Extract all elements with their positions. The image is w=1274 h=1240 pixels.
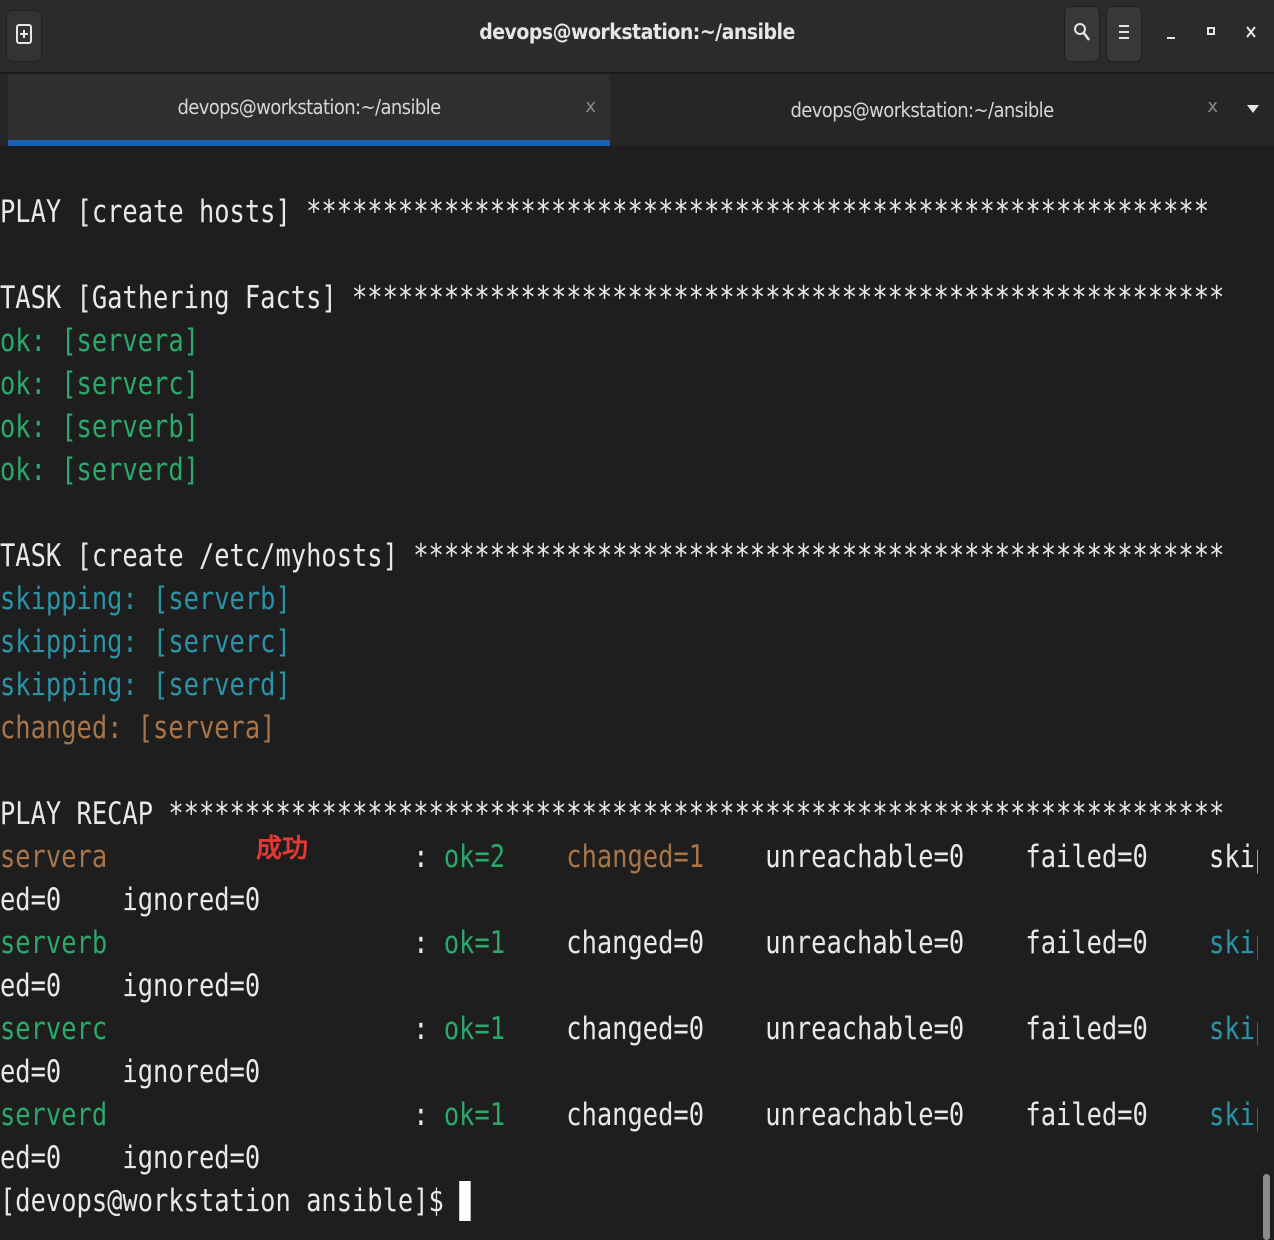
terminal-line: ed=0 ignored=0 xyxy=(0,880,260,920)
terminal-text: skipped=1 xyxy=(1209,1097,1258,1133)
terminal-line: ed=0 ignored=0 xyxy=(0,1052,260,1092)
terminal-text: PLAY [create hosts] ********************… xyxy=(0,194,1210,230)
header-bar: devops@workstation:~/ansible xyxy=(0,0,1274,74)
terminal-line: TASK [create /etc/myhosts] *************… xyxy=(0,536,1224,576)
terminal-line: changed: [servera] xyxy=(0,708,275,748)
terminal-line: ok: [serverb] xyxy=(0,407,199,447)
chevron-down-icon xyxy=(1246,100,1260,119)
terminal-cursor xyxy=(459,1181,471,1221)
success-annotation: 成功 xyxy=(256,834,309,864)
terminal-text: serverd xyxy=(0,1097,108,1133)
terminal-text: ok: [serverd] xyxy=(0,452,199,488)
tab-2[interactable]: devops@workstation:~/ansible x xyxy=(612,74,1232,146)
terminal-text: unreachable=0 failed=0 skipped=0 rescu xyxy=(765,839,1258,875)
terminal-window: devops@workstation:~/ansible devops@work… xyxy=(0,0,1274,1240)
maximize-icon xyxy=(1204,22,1218,46)
terminal-text: changed: [servera] xyxy=(0,710,276,746)
tab-label: devops@workstation:~/ansible xyxy=(790,98,1054,122)
terminal-line: PLAY RECAP *****************************… xyxy=(0,794,1224,834)
terminal-text: ok: [servera] xyxy=(0,323,199,359)
terminal-text: skipping: [serverd] xyxy=(0,667,291,703)
minimize-icon xyxy=(1164,22,1178,46)
tab-close-button[interactable]: x xyxy=(585,96,596,117)
terminal-line: ok: [servera] xyxy=(0,321,199,361)
terminal-text: TASK [Gathering Facts] *****************… xyxy=(0,280,1225,316)
terminal-text: skipped=1 xyxy=(1209,925,1258,961)
terminal-line: serverb : ok=1 changed=0 unreachable=0 f… xyxy=(0,923,1258,963)
hamburger-menu-icon xyxy=(1116,22,1132,46)
terminal-text: ed=0 ignored=0 xyxy=(0,1140,261,1176)
terminal-text: changed=0 unreachable=0 failed=0 xyxy=(505,1011,1210,1047)
terminal-line: PLAY [create hosts] ********************… xyxy=(0,192,1209,232)
terminal-text: [devops@workstation ansible]$ xyxy=(0,1183,460,1219)
terminal-text: ok=1 xyxy=(443,1097,506,1133)
terminal-text: changed=1 xyxy=(566,839,705,875)
terminal-text: ok=2 xyxy=(443,839,506,875)
terminal-text: servera xyxy=(0,839,108,875)
terminal-text: changed=0 unreachable=0 failed=0 xyxy=(505,1097,1210,1133)
terminal-text: PLAY RECAP *****************************… xyxy=(0,796,1225,832)
tab-1[interactable]: devops@workstation:~/ansible x xyxy=(8,74,610,146)
terminal-text: skipping: [serverb] xyxy=(0,581,291,617)
vertical-scrollbar[interactable] xyxy=(1258,146,1274,1240)
terminal-line: ed=0 ignored=0 xyxy=(0,1138,260,1178)
terminal-line: ok: [serverd] xyxy=(0,450,199,490)
tab-list-dropdown[interactable] xyxy=(1240,96,1266,122)
terminal-text: : xyxy=(107,1011,444,1047)
terminal-text: skipped=1 xyxy=(1209,1011,1258,1047)
terminal-text: ed=0 ignored=0 xyxy=(0,1054,261,1090)
tab-bar: devops@workstation:~/ansible x devops@wo… xyxy=(0,74,1274,146)
terminal-text: ok=1 xyxy=(443,925,506,961)
terminal-text: ed=0 ignored=0 xyxy=(0,968,261,1004)
search-button[interactable] xyxy=(1064,6,1100,62)
terminal-text: TASK [create /etc/myhosts] *************… xyxy=(0,538,1225,574)
terminal-line: TASK [Gathering Facts] *****************… xyxy=(0,278,1224,318)
terminal-line: ok: [serverc] xyxy=(0,364,199,404)
close-icon xyxy=(1244,22,1258,46)
terminal-text: serverb xyxy=(0,925,108,961)
menu-button[interactable] xyxy=(1106,6,1142,62)
minimize-button[interactable] xyxy=(1156,16,1186,52)
terminal-text: changed=0 unreachable=0 failed=0 xyxy=(505,925,1210,961)
terminal-output[interactable]: PLAY [create hosts] ********************… xyxy=(0,146,1258,1240)
terminal-text: ok: [serverb] xyxy=(0,409,199,445)
terminal-line: skipping: [serverd] xyxy=(0,665,291,705)
tab-close-button[interactable]: x xyxy=(1207,96,1218,117)
terminal-text: : xyxy=(107,925,444,961)
terminal-line: [devops@workstation ansible]$ xyxy=(0,1181,471,1221)
terminal-text: ok: [serverc] xyxy=(0,366,199,402)
terminal-line: skipping: [serverb] xyxy=(0,579,291,619)
terminal-line: serverd : ok=1 changed=0 unreachable=0 f… xyxy=(0,1095,1258,1135)
terminal-text: ok=1 xyxy=(443,1011,506,1047)
terminal-line: ed=0 ignored=0 xyxy=(0,966,260,1006)
scrollbar-thumb[interactable] xyxy=(1263,1174,1270,1240)
terminal-text: : xyxy=(107,1097,444,1133)
terminal-text: serverc xyxy=(0,1011,108,1047)
terminal-line: skipping: [serverc] xyxy=(0,622,291,662)
terminal-line: servera : ok=2 changed=1 unreachable=0 f… xyxy=(0,837,1258,877)
search-icon xyxy=(1073,21,1091,47)
terminal-line: serverc : ok=1 changed=0 unreachable=0 f… xyxy=(0,1009,1258,1049)
close-button[interactable] xyxy=(1236,16,1266,52)
terminal-text: ed=0 ignored=0 xyxy=(0,882,261,918)
terminal-text: skipping: [serverc] xyxy=(0,624,291,660)
maximize-button[interactable] xyxy=(1196,16,1226,52)
tab-label: devops@workstation:~/ansible xyxy=(177,95,441,119)
